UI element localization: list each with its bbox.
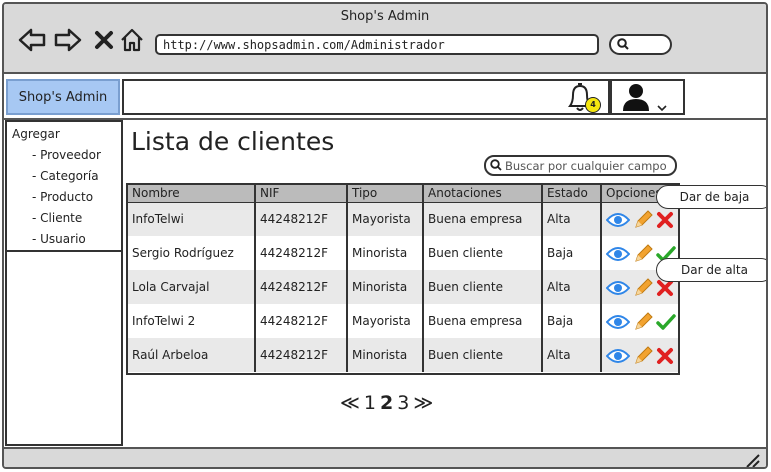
cell-estado: Alta (542, 270, 602, 304)
cell-anotaciones: Buena empresa (423, 304, 543, 338)
cell-nif: 44248212F (255, 236, 348, 270)
column-header-nif[interactable]: NIF (255, 185, 348, 203)
tooltip-dar-de-alta: Dar de alta (656, 258, 766, 282)
delete-x-icon[interactable] (656, 347, 674, 365)
client-search-field[interactable] (484, 155, 677, 176)
search-icon (617, 35, 629, 54)
cell-tipo: Minorista (347, 270, 424, 304)
user-icon[interactable] (620, 82, 652, 112)
cell-estado: Alta (542, 202, 602, 236)
page-link-2-current[interactable]: 2 (380, 392, 393, 414)
search-input[interactable] (505, 158, 675, 173)
eye-icon[interactable] (606, 212, 630, 228)
sidebar-item-categoria[interactable]: - Categoría (32, 169, 99, 183)
delete-x-icon[interactable] (656, 211, 674, 229)
page-title: Lista de clientes (131, 127, 335, 156)
eye-icon[interactable] (606, 314, 630, 330)
cell-tipo: Minorista (347, 338, 424, 372)
browser-window: Shop's Admin http://www.shopsadmin.com/A… (2, 2, 768, 469)
clients-table: Nombre NIF Tipo Anotaciones Estado Opcio… (126, 183, 680, 375)
cell-tipo: Mayorista (347, 304, 424, 338)
forward-arrow-icon[interactable] (54, 26, 82, 54)
sidebar-heading: Agregar (12, 127, 60, 141)
cell-estado: Baja (542, 304, 602, 338)
eye-icon[interactable] (606, 280, 630, 296)
cell-nombre: Lola Carvajal (128, 270, 256, 304)
page-link-3[interactable]: 3 (397, 392, 409, 414)
sidebar-item-proveedor[interactable]: - Proveedor (32, 148, 101, 162)
column-header-estado[interactable]: Estado (542, 185, 602, 203)
table-row: InfoTelwi 44248212F Mayorista Buena empresa… (128, 202, 678, 236)
cell-nif: 44248212F (255, 270, 348, 304)
cell-nombre: Sergio Rodríguez (128, 236, 256, 270)
table-row: Lola Carvajal 44248212F Minorista Buen clie… (128, 270, 678, 304)
notification-badge: 4 (585, 97, 601, 113)
cell-anotaciones: Buen cliente (423, 270, 543, 304)
sidebar-item-producto[interactable]: - Producto (32, 190, 93, 204)
app-header: Shop's Admin 4 (4, 76, 766, 120)
pencil-icon[interactable] (632, 345, 654, 367)
sidebar-item-cliente[interactable]: - Cliente (32, 211, 82, 225)
table-header-row: Nombre NIF Tipo Anotaciones Estado Opcio… (128, 185, 678, 203)
page-link-1[interactable]: 1 (364, 392, 376, 414)
check-icon[interactable] (656, 313, 676, 331)
table-row: Sergio Rodríguez 44248212F Minorista Buen c… (128, 236, 678, 270)
browser-search-box[interactable] (609, 34, 672, 55)
cell-anotaciones: Buen cliente (423, 338, 543, 372)
window-title: Shop's Admin (340, 9, 430, 24)
cell-estado: Alta (542, 338, 602, 372)
chevron-down-icon[interactable] (656, 98, 668, 112)
header-bar (122, 79, 610, 115)
cell-anotaciones: Buena empresa (423, 202, 543, 236)
cell-nif: 44248212F (255, 202, 348, 236)
cell-nombre: InfoTelwi 2 (128, 304, 256, 338)
cell-nombre: InfoTelwi (128, 202, 256, 236)
cell-anotaciones: Buen cliente (423, 236, 543, 270)
eye-icon[interactable] (606, 246, 630, 262)
sidebar: Agregar - Proveedor - Categoría - Produc… (5, 120, 123, 446)
table-row: InfoTelwi 2 44248212F Mayorista Buena empre… (128, 304, 678, 338)
pagination: ≪ 1 2 3 ≫ (340, 388, 450, 418)
search-icon (490, 156, 502, 175)
column-header-anotaciones[interactable]: Anotaciones (423, 185, 543, 203)
pagination-prev[interactable]: ≪ (340, 392, 360, 414)
back-arrow-icon[interactable] (18, 26, 46, 54)
browser-titlebar: Shop's Admin http://www.shopsadmin.com/A… (4, 4, 766, 74)
url-bar[interactable]: http://www.shopsadmin.com/Administrador (155, 34, 599, 55)
eye-icon[interactable] (606, 348, 630, 364)
resize-grip-icon[interactable] (744, 453, 760, 467)
table-row: Raúl Arbeloa 44248212F Minorista Buen clien… (128, 338, 678, 372)
column-header-tipo[interactable]: Tipo (347, 185, 424, 203)
pencil-icon[interactable] (632, 209, 654, 231)
sidebar-add-section: Agregar - Proveedor - Categoría - Produc… (7, 122, 121, 252)
pagination-next[interactable]: ≫ (413, 392, 433, 414)
cell-nombre: Raúl Arbeloa (128, 338, 256, 372)
brand-logo[interactable]: Shop's Admin (6, 79, 120, 115)
browser-statusbar (4, 447, 766, 467)
cell-tipo: Minorista (347, 236, 424, 270)
home-icon[interactable] (118, 26, 146, 54)
column-header-nombre[interactable]: Nombre (128, 185, 256, 203)
cell-nif: 44248212F (255, 338, 348, 372)
cell-estado: Baja (542, 236, 602, 270)
sidebar-item-usuario[interactable]: - Usuario (32, 232, 86, 246)
pencil-icon[interactable] (632, 243, 654, 265)
cell-nif: 44248212F (255, 304, 348, 338)
cell-tipo: Mayorista (347, 202, 424, 236)
tooltip-dar-de-baja: Dar de baja (656, 185, 766, 209)
cell-opciones (601, 338, 678, 372)
pencil-icon[interactable] (632, 311, 654, 333)
cell-opciones (601, 304, 678, 338)
pencil-icon[interactable] (632, 277, 654, 299)
stop-close-icon[interactable] (90, 26, 118, 54)
